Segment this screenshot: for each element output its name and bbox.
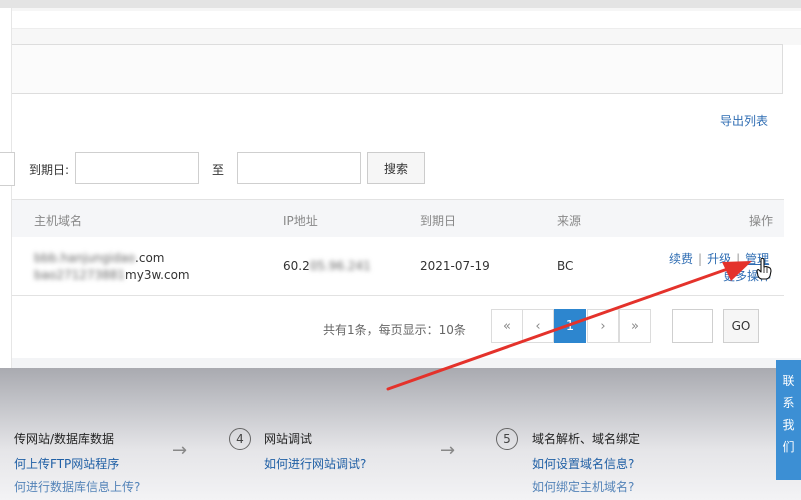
expiry-cell: 2021-07-19	[420, 259, 490, 273]
contact-char-4: 们	[782, 440, 795, 454]
column-header-expiry: 到期日	[420, 214, 457, 228]
arrow-right-icon: →	[172, 440, 188, 461]
search-button[interactable]: 搜索	[367, 152, 425, 184]
step-5-link-domain[interactable]: 如何设置域名信息?	[532, 455, 634, 472]
step-3-title: 传网站/数据库数据	[14, 432, 115, 446]
domain-cell: bbb.hanjungidao.com bao271273881my3w.com	[34, 250, 190, 284]
window-top-inner	[12, 8, 801, 11]
section-gap	[12, 358, 801, 368]
step-5-title: 域名解析、域名绑定	[532, 432, 641, 446]
step-3-link-ftp[interactable]: 何上传FTP网站程序	[14, 455, 119, 472]
domain-line-2: bao271273881my3w.com	[34, 268, 190, 282]
step-4-number: 4	[229, 428, 251, 450]
step-5-link-bind[interactable]: 如何绑定主机域名?	[532, 478, 634, 495]
step-4-title: 网站调试	[264, 432, 313, 446]
date-range-separator: 至	[212, 163, 225, 177]
table-header: 主机域名 IP地址 到期日 来源 操作	[12, 199, 784, 238]
window-top-border	[0, 0, 801, 8]
table-row: bbb.hanjungidao.com bao271273881my3w.com…	[12, 237, 784, 296]
column-header-ip: IP地址	[283, 214, 318, 228]
expiry-date-label: 到期日:	[29, 163, 70, 177]
filter-input-partial[interactable]	[0, 152, 15, 186]
guide-steps-panel: 传网站/数据库数据 何上传FTP网站程序 何进行数据库信息上传? → 4 网站调…	[0, 368, 801, 500]
column-header-actions: 操作	[749, 214, 774, 228]
expiry-end-input[interactable]	[237, 152, 361, 184]
top-band	[12, 28, 801, 45]
source-cell: BC	[557, 259, 574, 273]
step-3-link-db[interactable]: 何进行数据库信息上传?	[14, 478, 140, 495]
next-page-button[interactable]: ›	[587, 309, 619, 343]
domain-line-1: bbb.hanjungidao.com	[34, 251, 165, 265]
column-header-domain: 主机域名	[34, 214, 83, 228]
contact-char-2: 系	[782, 396, 795, 410]
contact-char-1: 联	[782, 374, 795, 388]
go-button[interactable]: GO	[723, 309, 759, 343]
arrow-right-icon: →	[440, 440, 456, 461]
contact-float-button[interactable]: 联 系 我 们	[776, 360, 801, 480]
page-1-button[interactable]: 1	[554, 309, 586, 343]
step-5-number: 5	[496, 428, 518, 450]
export-list-link[interactable]: 导出列表	[720, 112, 768, 129]
search-panel	[12, 44, 783, 94]
upgrade-link[interactable]: 升级	[707, 252, 731, 266]
column-header-source: 来源	[557, 214, 582, 228]
ip-cell: 60.205.96.241	[283, 259, 371, 273]
step-4-link[interactable]: 如何进行网站调试?	[264, 455, 366, 472]
first-page-button[interactable]: «	[491, 309, 523, 343]
pointer-hand-icon	[756, 258, 772, 280]
expiry-start-input[interactable]	[75, 152, 199, 184]
actions-cell: 续费 | 升级 | 管理	[669, 252, 770, 266]
prev-page-button[interactable]: ‹	[522, 309, 554, 343]
goto-page-input[interactable]	[672, 309, 713, 343]
contact-char-3: 我	[782, 418, 795, 432]
renew-link[interactable]: 续费	[669, 252, 693, 266]
last-page-button[interactable]: »	[619, 309, 651, 343]
pagination-summary: 共有1条，每页显示：10条	[323, 323, 466, 337]
